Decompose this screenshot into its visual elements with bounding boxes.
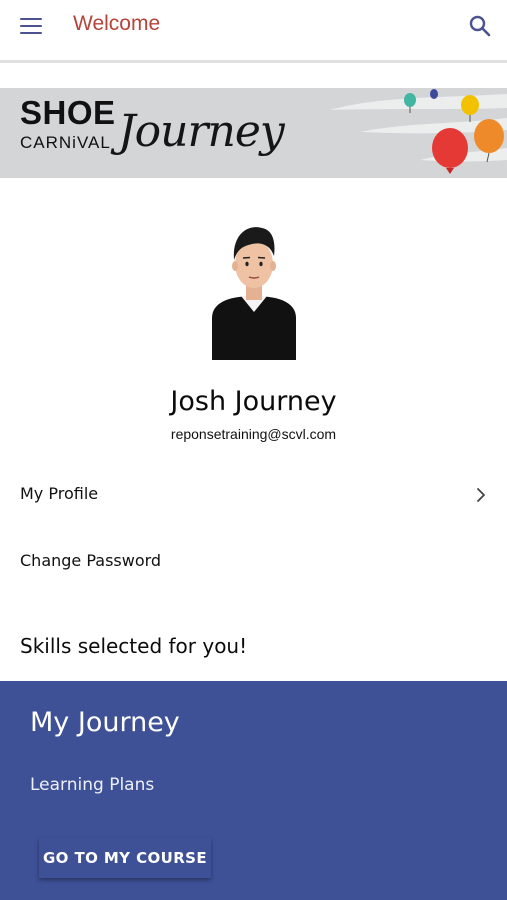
change-password-item[interactable]: Change Password	[0, 537, 507, 587]
my-profile-item[interactable]: My Profile	[0, 470, 507, 520]
brand-logo-shoe: SHOE	[20, 94, 116, 131]
my-profile-label: My Profile	[20, 484, 99, 503]
skills-heading: Skills selected for you!	[20, 634, 248, 658]
page-title: Welcome	[73, 12, 161, 35]
chevron-right-icon	[474, 487, 488, 503]
app-bar: Welcome	[0, 0, 507, 63]
change-password-label: Change Password	[20, 551, 162, 570]
user-avatar-illustration	[208, 220, 300, 360]
brand-logo-carnival: CARNiVAL	[20, 133, 111, 152]
search-icon[interactable]	[468, 14, 492, 38]
my-journey-card: My Journey Learning Plans GO TO MY COURS…	[0, 681, 507, 900]
brand-logo-journey: Journey	[118, 106, 285, 157]
hamburger-menu-icon[interactable]	[20, 17, 42, 35]
brand-banner: SHOE CARNiVAL Journey	[0, 88, 507, 178]
user-name: Josh Journey	[170, 386, 337, 417]
learning-plans-link[interactable]: Learning Plans	[30, 775, 154, 795]
user-email: reponsetraining@scvl.com	[170, 426, 337, 442]
go-to-my-course-button[interactable]: GO TO MY COURSE	[39, 838, 211, 878]
journey-title: My Journey	[30, 707, 180, 738]
